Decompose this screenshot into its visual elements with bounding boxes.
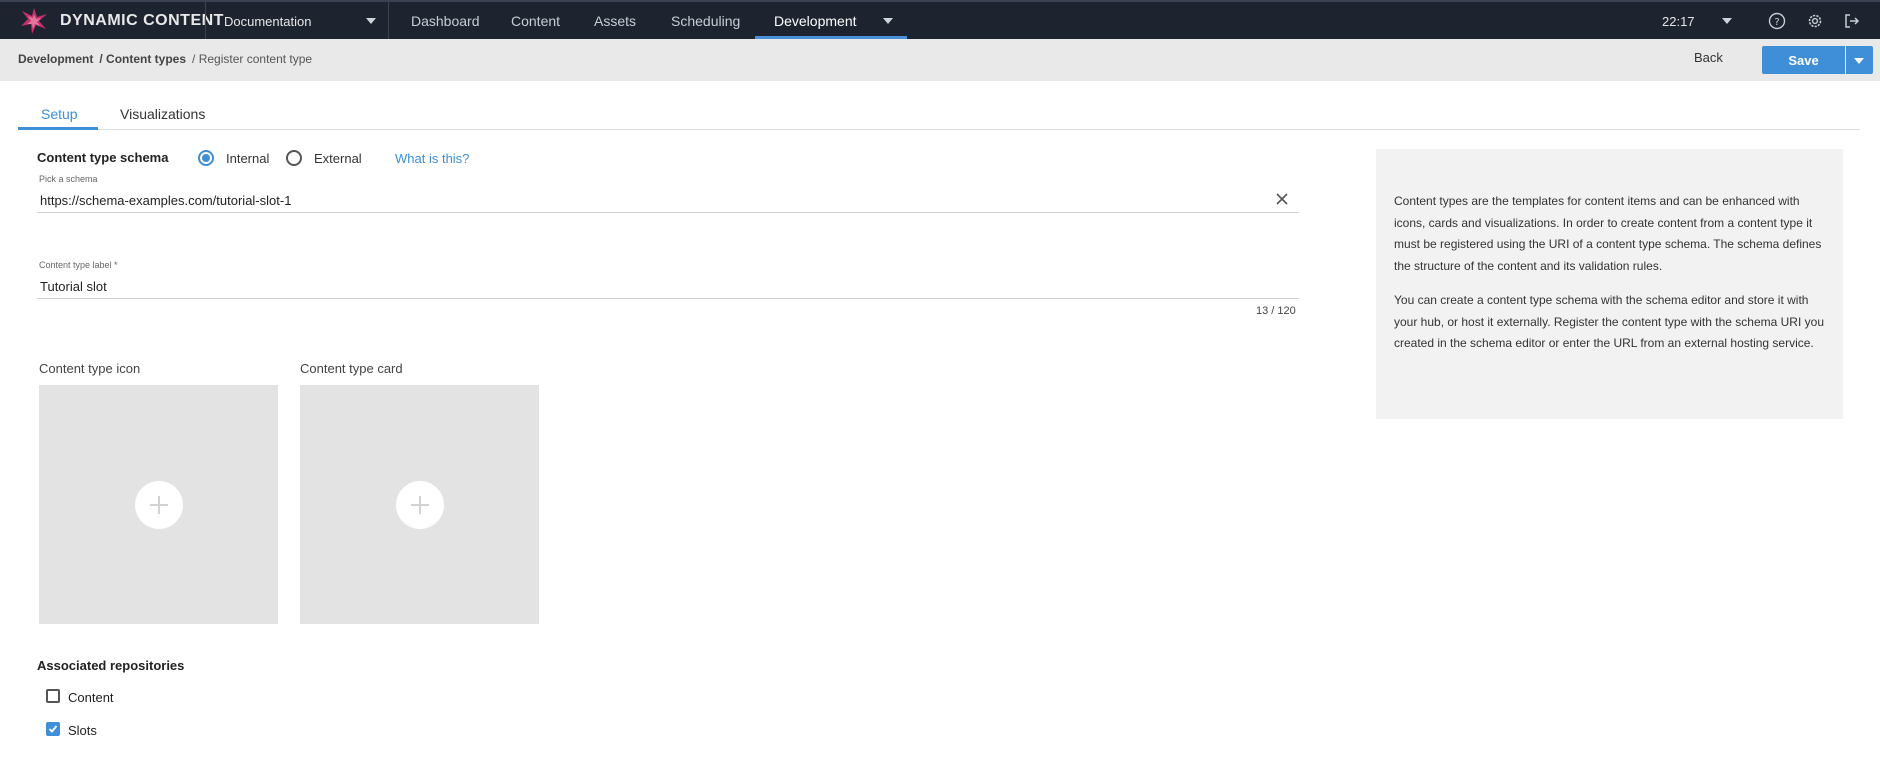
nav-content[interactable]: Content (511, 2, 560, 40)
label-input-underline (37, 298, 1299, 299)
help-paragraph-1: Content types are the templates for cont… (1394, 194, 1822, 273)
checkbox-content[interactable] (46, 689, 60, 703)
repositories-section-title: Associated repositories (37, 658, 185, 673)
tab-visualizations[interactable]: Visualizations (120, 106, 205, 122)
plus-icon (150, 496, 168, 514)
svg-text:?: ? (1774, 17, 1779, 28)
content-type-card-label: Content type card (300, 361, 403, 376)
save-options-button[interactable] (1846, 46, 1873, 74)
radio-external[interactable] (286, 150, 302, 166)
logo-icon (21, 8, 47, 34)
radio-external-label: External (314, 151, 362, 166)
nav-divider (388, 2, 389, 40)
back-button[interactable]: Back (1694, 50, 1723, 70)
nav-assets[interactable]: Assets (594, 2, 636, 40)
label-field-caption: Content type label * (39, 260, 118, 270)
active-tab-indicator (18, 127, 98, 130)
content-type-icon-label: Content type icon (39, 361, 141, 376)
radio-internal[interactable] (198, 150, 214, 166)
help-icon[interactable]: ? (1768, 12, 1786, 30)
gear-icon[interactable] (1806, 12, 1824, 30)
plus-icon (411, 496, 429, 514)
content-type-label-input[interactable]: Tutorial slot (40, 279, 107, 294)
help-panel: Content types are the templates for cont… (1376, 149, 1843, 419)
schema-field-caption: Pick a schema (39, 174, 98, 184)
add-card-button[interactable] (396, 481, 444, 529)
what-is-this-link[interactable]: What is this? (395, 151, 469, 166)
character-counter: 13 / 120 (1256, 305, 1296, 317)
help-paragraph-2: You can create a content type schema wit… (1394, 293, 1824, 350)
close-icon[interactable] (1275, 192, 1289, 206)
save-button[interactable]: Save (1762, 46, 1845, 74)
tab-bar: Setup Visualizations (18, 100, 1860, 130)
caret-down-icon (1854, 58, 1864, 64)
breadcrumb-development[interactable]: Development (18, 52, 93, 66)
content-type-card-picker[interactable] (300, 385, 539, 624)
radio-internal-label: Internal (226, 151, 270, 166)
checkbox-slots-label: Slots (68, 723, 97, 738)
hub-name: Documentation (224, 13, 312, 29)
breadcrumb-current: / Register content type (192, 52, 313, 66)
content-type-icon-picker[interactable] (39, 385, 278, 624)
nav-dashboard[interactable]: Dashboard (411, 2, 480, 40)
schema-section-title: Content type schema (37, 150, 169, 165)
breadcrumb: Development / Content types / Register c… (18, 52, 312, 66)
checkbox-slots[interactable] (46, 722, 60, 736)
caret-down-icon[interactable] (1722, 18, 1732, 24)
caret-down-icon[interactable] (883, 18, 893, 24)
top-nav-bar: DYNAMIC CONTENT Documentation Dashboard … (0, 0, 1880, 40)
checkbox-content-label: Content (68, 690, 114, 705)
check-icon (48, 725, 58, 733)
nav-scheduling[interactable]: Scheduling (671, 2, 740, 40)
schema-input[interactable]: https://schema-examples.com/tutorial-slo… (40, 193, 291, 208)
nav-development[interactable]: Development (774, 2, 857, 40)
hub-selector[interactable]: Documentation (206, 2, 378, 40)
logout-icon[interactable] (1843, 12, 1861, 30)
breadcrumb-content-types[interactable]: / Content types (99, 52, 186, 66)
brand[interactable]: DYNAMIC CONTENT (18, 6, 224, 36)
tab-setup[interactable]: Setup (41, 106, 78, 122)
schema-input-underline (37, 212, 1299, 213)
breadcrumb-bar: Development / Content types / Register c… (0, 39, 1880, 81)
add-icon-button[interactable] (135, 481, 183, 529)
brand-name: DYNAMIC CONTENT (60, 12, 224, 29)
clock: 22:17 (1662, 13, 1695, 29)
caret-down-icon (366, 18, 376, 24)
